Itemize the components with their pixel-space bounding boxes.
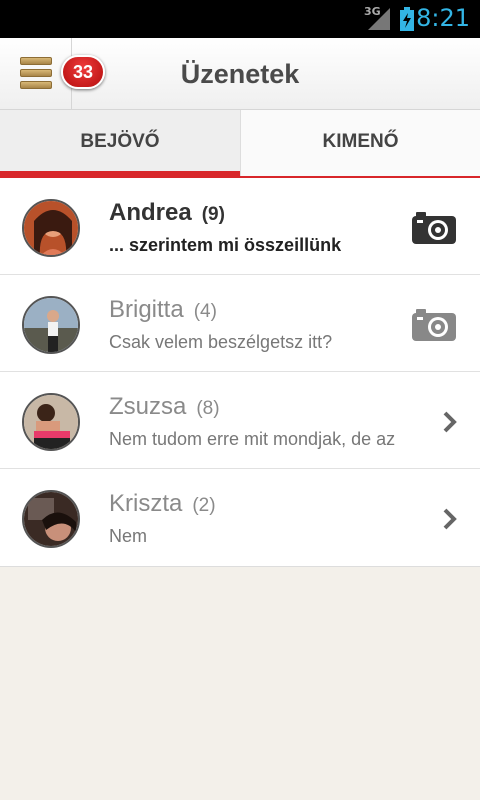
camera-icon [412,309,456,341]
avatar [22,199,80,257]
chevron-right-icon [442,507,458,531]
avatar [22,393,80,451]
tab-outbox[interactable]: KIMENŐ [240,110,480,176]
menu-icon [20,57,52,91]
message-preview: Nem tudom erre mit mondjak, de az [109,429,396,449]
signal-icon: 3G [364,5,392,32]
list-item[interactable]: Brigitta (4) Csak velem beszélgetsz itt? [0,275,480,372]
contact-name: Andrea [109,199,192,226]
notification-badge[interactable]: 33 [61,55,105,89]
camera-icon [412,212,456,244]
contact-name: Kriszta [109,490,183,517]
list-item[interactable]: Andrea (9) ... szerintem mi összeillünk [0,178,480,275]
tab-bar: BEJÖVŐ KIMENŐ [0,110,480,178]
avatar [22,490,80,548]
message-count: (2) [192,495,216,516]
list-item[interactable]: Kriszta (2) Nem [0,469,480,566]
message-list: Andrea (9) ... szerintem mi összeillünk [0,178,480,567]
app-header: Üzenetek 33 [0,38,480,110]
clock: 8:21 [416,4,470,32]
message-count: (4) [193,301,217,322]
status-bar: 3G 8:21 [0,0,480,38]
message-count: (9) [201,204,225,225]
contact-name: Zsuzsa [109,393,187,420]
contact-name: Brigitta [109,296,184,323]
message-count: (8) [196,398,220,419]
avatar [22,296,80,354]
list-item[interactable]: Zsuzsa (8) Nem tudom erre mit mondjak, de… [0,372,480,469]
message-preview: ... szerintem mi összeillünk [109,235,342,255]
tab-inbox[interactable]: BEJÖVŐ [0,110,240,178]
battery-charging-icon [400,7,414,31]
message-preview: Csak velem beszélgetsz itt? [109,332,333,352]
message-preview: Nem [109,526,148,546]
chevron-right-icon [442,410,458,434]
